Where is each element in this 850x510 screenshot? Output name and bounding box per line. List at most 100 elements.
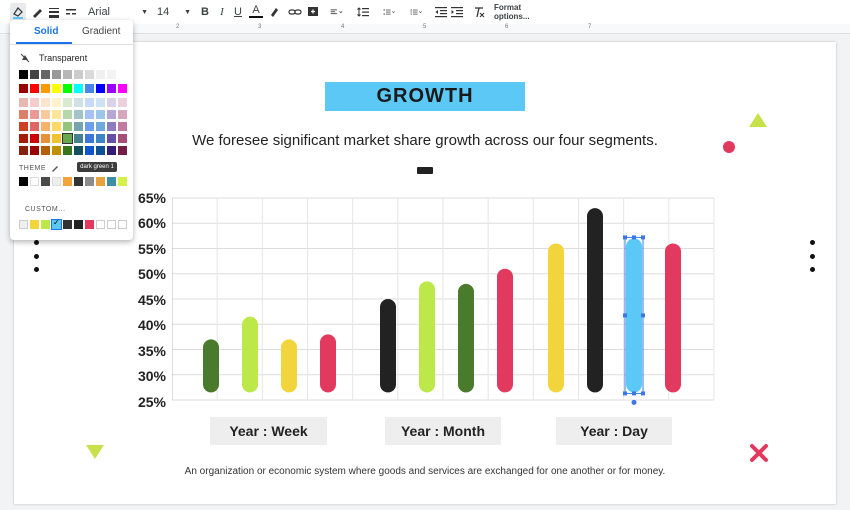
color-swatch[interactable] (96, 110, 105, 119)
border-weight-icon[interactable] (47, 3, 61, 21)
circle-shape[interactable] (723, 141, 735, 153)
chart-bar[interactable] (281, 339, 297, 393)
chart-plot[interactable] (172, 196, 716, 408)
underline-button[interactable]: U (232, 3, 244, 21)
triangle-down-icon[interactable] (85, 444, 105, 460)
color-swatch[interactable] (96, 70, 105, 79)
color-swatch[interactable] (52, 146, 61, 155)
bold-button[interactable]: B (199, 3, 211, 21)
chart-bar[interactable] (380, 299, 396, 393)
color-swatch[interactable] (107, 134, 116, 143)
color-swatch[interactable] (96, 84, 105, 93)
color-swatch[interactable] (74, 84, 83, 93)
color-swatch[interactable] (107, 70, 116, 79)
dot-shape[interactable] (810, 267, 815, 272)
custom-swatch[interactable] (63, 220, 72, 229)
add-comment-icon[interactable] (306, 3, 320, 21)
color-swatch[interactable] (52, 122, 61, 131)
resize-handle[interactable] (641, 391, 645, 396)
color-swatch[interactable] (107, 110, 116, 119)
color-swatch[interactable] (52, 70, 61, 79)
color-swatch[interactable] (19, 134, 28, 143)
chart-bar[interactable] (548, 243, 564, 393)
color-swatch[interactable] (96, 98, 105, 107)
resize-handle[interactable] (623, 391, 627, 396)
color-swatch[interactable] (41, 84, 50, 93)
font-family-select[interactable]: Arial ▼ (88, 3, 148, 21)
chart-bar[interactable] (320, 334, 336, 393)
color-swatch[interactable] (118, 122, 127, 131)
color-swatch[interactable] (63, 146, 72, 155)
theme-swatch[interactable] (96, 177, 105, 186)
color-swatch[interactable] (96, 122, 105, 131)
chart-bar[interactable] (665, 243, 681, 393)
color-swatch[interactable] (41, 110, 50, 119)
text-color-button[interactable]: A (249, 3, 263, 18)
dot-shape[interactable] (34, 254, 39, 259)
color-swatch[interactable] (19, 122, 28, 131)
color-swatch[interactable] (85, 134, 94, 143)
color-swatch[interactable] (118, 84, 127, 93)
color-swatch[interactable] (30, 84, 39, 93)
border-color-icon[interactable] (30, 3, 44, 21)
tab-solid[interactable]: Solid (34, 26, 58, 37)
custom-swatch[interactable]: ✓ (51, 218, 62, 230)
color-swatch[interactable] (52, 134, 61, 143)
dot-shape[interactable] (810, 254, 815, 259)
color-swatch[interactable] (41, 146, 50, 155)
color-swatch[interactable] (41, 70, 50, 79)
link-icon[interactable] (288, 3, 302, 21)
color-swatch[interactable] (52, 110, 61, 119)
dot-shape[interactable] (34, 267, 39, 272)
color-swatch[interactable] (118, 98, 127, 107)
color-swatch[interactable] (96, 146, 105, 155)
theme-swatch[interactable] (85, 177, 94, 186)
color-swatch[interactable] (118, 146, 127, 155)
color-swatch[interactable] (19, 98, 28, 107)
color-swatch[interactable] (118, 70, 127, 79)
color-swatch[interactable] (63, 84, 72, 93)
color-swatch[interactable] (30, 122, 39, 131)
chart-bar[interactable] (242, 316, 258, 393)
theme-swatch[interactable] (30, 177, 39, 186)
custom-label[interactable]: CUSTOM... (25, 206, 66, 213)
color-swatch[interactable] (19, 70, 28, 79)
color-swatch[interactable] (74, 134, 83, 143)
color-swatch[interactable] (118, 110, 127, 119)
increase-indent-icon[interactable] (450, 3, 464, 21)
custom-swatch[interactable] (30, 220, 39, 229)
theme-swatch[interactable] (107, 177, 116, 186)
color-swatch[interactable] (19, 146, 28, 155)
resize-handle[interactable] (632, 235, 636, 240)
chart-bar[interactable] (626, 238, 642, 393)
theme-swatch[interactable] (41, 177, 50, 186)
line-spacing-icon[interactable] (356, 3, 370, 21)
custom-swatch[interactable] (96, 220, 105, 229)
dash-shape[interactable] (417, 167, 433, 174)
slide-footer[interactable]: An organization or economic system where… (120, 466, 730, 477)
theme-swatch[interactable] (118, 177, 127, 186)
color-swatch[interactable] (74, 122, 83, 131)
color-swatch[interactable] (63, 98, 72, 107)
color-swatch[interactable] (52, 84, 61, 93)
custom-swatch[interactable] (118, 220, 127, 229)
color-swatch[interactable] (30, 98, 39, 107)
color-swatch[interactable] (85, 84, 94, 93)
color-swatch[interactable] (41, 134, 50, 143)
resize-handle[interactable] (632, 391, 636, 396)
theme-swatch[interactable] (19, 177, 28, 186)
color-swatch[interactable] (19, 84, 28, 93)
border-dash-icon[interactable] (64, 3, 78, 21)
color-swatch[interactable] (63, 122, 72, 131)
decrease-indent-icon[interactable] (434, 3, 448, 21)
color-swatch[interactable] (52, 98, 61, 107)
color-swatch[interactable] (30, 146, 39, 155)
numbered-list-icon[interactable] (378, 3, 402, 21)
color-swatch[interactable] (62, 133, 73, 144)
italic-button[interactable]: I (216, 3, 228, 21)
color-swatch[interactable] (74, 98, 83, 107)
color-swatch[interactable] (85, 70, 94, 79)
slide-subtitle[interactable]: We foresee significant market share grow… (150, 132, 700, 149)
dot-shape[interactable] (810, 240, 815, 245)
resize-handle[interactable] (623, 235, 627, 240)
